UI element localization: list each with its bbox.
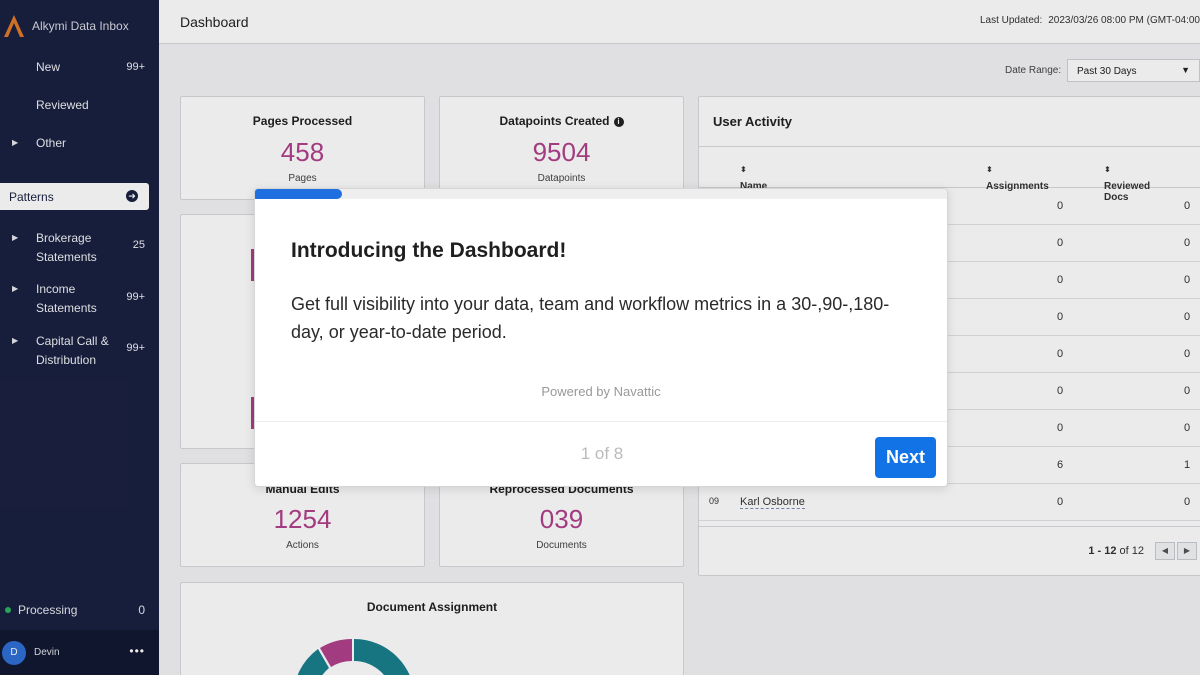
- tour-body: Get full visibility into your data, team…: [291, 294, 890, 342]
- tour-step-counter: 1 of 8: [580, 444, 624, 463]
- next-button[interactable]: Next: [875, 437, 936, 478]
- tour-title: Introducing the Dashboard!: [291, 239, 567, 262]
- tour-progress-track: [255, 189, 947, 199]
- tour-modal: Introducing the Dashboard! Get full visi…: [254, 188, 948, 487]
- tour-progress-fill: [255, 189, 342, 199]
- tour-footer: 1 of 8 Next: [255, 421, 947, 486]
- powered-by[interactable]: Powered by Navattic: [255, 384, 947, 399]
